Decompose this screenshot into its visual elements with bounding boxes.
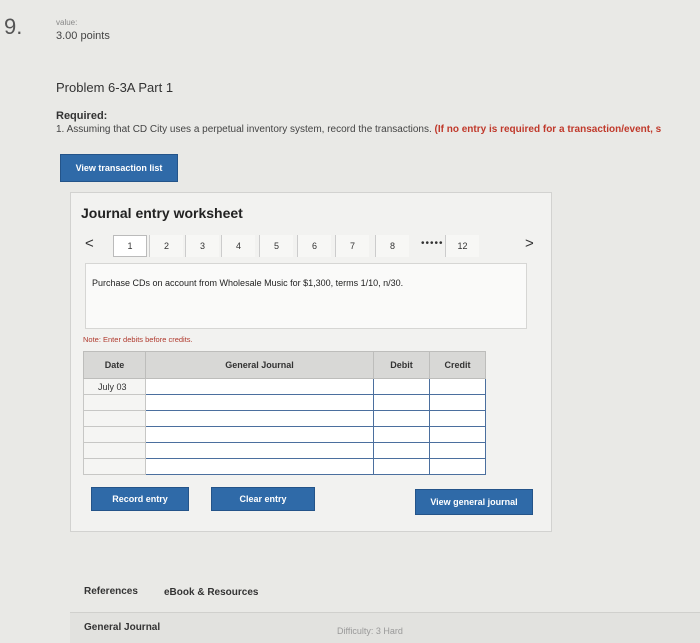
debit-input[interactable] (373, 426, 430, 443)
question-number: 9. (4, 14, 23, 39)
credit-input[interactable] (429, 378, 486, 395)
view-transaction-list-button[interactable]: View transaction list (60, 154, 178, 182)
table-row (83, 410, 486, 427)
view-general-journal-button[interactable]: View general journal (415, 489, 533, 515)
table-row (83, 426, 486, 443)
account-input[interactable] (145, 442, 374, 459)
debit-header: Debit (373, 351, 430, 379)
account-input[interactable] (145, 426, 374, 443)
date-cell (83, 426, 146, 443)
credit-header: Credit (429, 351, 486, 379)
journal-entry-worksheet: Journal entry worksheet < 1 2 3 4 5 6 7 … (70, 192, 552, 532)
account-input[interactable] (145, 410, 374, 427)
transaction-pager: < 1 2 3 4 5 6 7 8 ••••• 12 > (85, 235, 555, 257)
page-tab-12[interactable]: 12 (445, 235, 479, 257)
difficulty-label: Difficulty: 3 Hard (337, 626, 403, 636)
general-journal-tab[interactable]: General Journal (84, 622, 160, 633)
prev-page-icon[interactable]: < (85, 235, 94, 252)
debit-credit-note: Note: Enter debits before credits. (83, 335, 193, 344)
debit-input[interactable] (373, 458, 430, 475)
debit-input[interactable] (373, 394, 430, 411)
debit-input[interactable] (373, 410, 430, 427)
clear-entry-button[interactable]: Clear entry (211, 487, 315, 511)
table-row (83, 394, 486, 411)
account-input[interactable] (145, 378, 374, 395)
debit-input[interactable] (373, 442, 430, 459)
table-row: July 03 (83, 378, 486, 395)
date-cell (83, 458, 146, 475)
credit-input[interactable] (429, 394, 486, 411)
page-tab-1[interactable]: 1 (113, 235, 147, 257)
account-input[interactable] (145, 394, 374, 411)
page-tab-2[interactable]: 2 (149, 235, 183, 257)
table-row (83, 458, 486, 475)
date-cell (83, 394, 146, 411)
required-label: Required: (56, 110, 108, 122)
credit-input[interactable] (429, 426, 486, 443)
journal-table: Date General Journal Debit Credit July 0… (83, 351, 486, 475)
page-tab-8[interactable]: 8 (375, 235, 409, 257)
references-link[interactable]: References (84, 586, 138, 597)
ebook-resources-link[interactable]: eBook & Resources (164, 587, 258, 598)
date-cell (83, 410, 146, 427)
general-journal-header: General Journal (145, 351, 374, 379)
requirement-line: 1. Assuming that CD City uses a perpetua… (56, 124, 700, 135)
page-tab-3[interactable]: 3 (185, 235, 219, 257)
page-ellipsis: ••••• (421, 238, 444, 249)
value-label: value: (56, 18, 78, 27)
credit-input[interactable] (429, 458, 486, 475)
date-cell (83, 442, 146, 459)
credit-input[interactable] (429, 442, 486, 459)
date-header: Date (83, 351, 146, 379)
next-page-icon[interactable]: > (525, 235, 534, 252)
requirement-text: 1. Assuming that CD City uses a perpetua… (56, 124, 432, 135)
record-entry-button[interactable]: Record entry (91, 487, 189, 511)
credit-input[interactable] (429, 410, 486, 427)
table-row (83, 442, 486, 459)
problem-title: Problem 6-3A Part 1 (56, 80, 174, 95)
requirement-note: (If no entry is required for a transacti… (434, 124, 662, 135)
page-tab-6[interactable]: 6 (297, 235, 331, 257)
points-value: 3.00 points (56, 30, 110, 42)
page-tab-4[interactable]: 4 (221, 235, 255, 257)
worksheet-title: Journal entry worksheet (81, 205, 243, 221)
account-input[interactable] (145, 458, 374, 475)
page-tab-5[interactable]: 5 (259, 235, 293, 257)
page-tab-7[interactable]: 7 (335, 235, 369, 257)
transaction-description: Purchase CDs on account from Wholesale M… (85, 263, 527, 329)
date-cell: July 03 (83, 378, 146, 395)
debit-input[interactable] (373, 378, 430, 395)
